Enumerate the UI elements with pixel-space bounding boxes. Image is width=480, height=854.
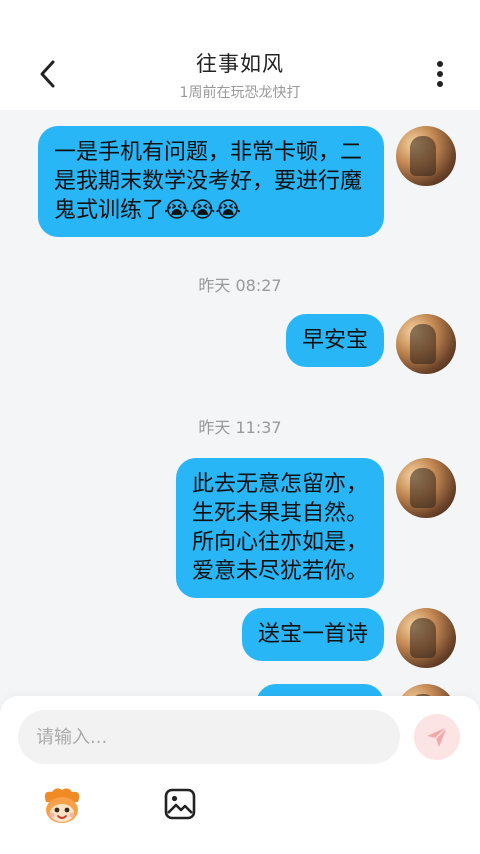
message-item: 早安宝: [285, 314, 456, 374]
message-bubble[interactable]: 送宝一首诗: [241, 608, 384, 661]
message-bubble[interactable]: 一是手机有问题，非常卡顿，二是我期末数学没考好，要进行魔鬼式训练了😭😭😭: [38, 126, 384, 237]
send-paper-plane-icon: [427, 726, 448, 747]
chat-header: 往事如风 1周前在玩恐龙快打: [0, 0, 480, 110]
send-button[interactable]: [414, 714, 460, 760]
composer: [0, 696, 480, 854]
image-icon: [164, 788, 196, 820]
message-bubble[interactable]: 此去无意怎留亦， 生死未果其自然。 所向心往亦如是， 爱意未尽犹若你。: [175, 458, 384, 598]
avatar[interactable]: [396, 608, 456, 668]
message-item: 一是手机有问题，非常卡顿，二是我期末数学没考好，要进行魔鬼式训练了😭😭😭: [38, 126, 456, 237]
chat-screen: 往事如风 1周前在玩恐龙快打 一是手机有问题，非常卡顿，二是我期末数学没考好，要…: [0, 0, 480, 854]
timestamp: 昨天 11:37: [198, 418, 282, 437]
chat-title: 往事如风: [196, 52, 284, 76]
avatar[interactable]: [396, 126, 456, 186]
message-list[interactable]: 一是手机有问题，非常卡顿，二是我期末数学没考好，要进行魔鬼式训练了😭😭😭 昨天 …: [0, 110, 480, 744]
emoji-button[interactable]: [40, 784, 84, 828]
more-button[interactable]: [420, 54, 460, 94]
message-item: 此去无意怎留亦， 生死未果其自然。 所向心往亦如是， 爱意未尽犹若你。: [175, 458, 456, 598]
message-item: 送宝一首诗: [241, 608, 456, 668]
chat-status: 1周前在玩恐龙快打: [179, 85, 301, 101]
message-input[interactable]: [18, 710, 400, 764]
message-bubble[interactable]: 早安宝: [285, 314, 384, 367]
avatar[interactable]: [396, 458, 456, 518]
image-button[interactable]: [162, 786, 198, 822]
more-vertical-icon: [437, 61, 443, 87]
avatar[interactable]: [396, 314, 456, 374]
mascot-emoji-icon: [44, 788, 80, 823]
timestamp: 昨天 08:27: [198, 276, 282, 295]
